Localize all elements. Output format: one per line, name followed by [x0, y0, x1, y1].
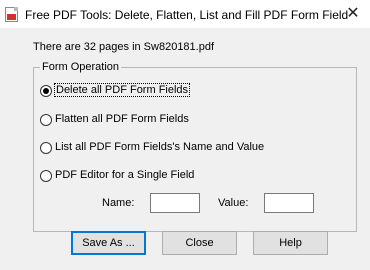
value-label: Value:	[218, 197, 249, 209]
page-count-text: There are 32 pages in Sw820181.pdf	[33, 41, 215, 53]
value-field[interactable]	[264, 193, 314, 213]
radio-flatten-label: Flatten all PDF Form Fields	[55, 113, 189, 125]
dialog-body: There are 32 pages in Sw820181.pdf Form …	[0, 28, 370, 270]
radio-button-icon[interactable]	[40, 170, 52, 182]
help-button[interactable]: Help	[253, 231, 328, 255]
radio-single-field-label: PDF Editor for a Single Field	[55, 169, 195, 181]
name-field[interactable]	[150, 193, 200, 213]
pdf-app-icon	[5, 7, 18, 22]
save-as-button[interactable]: Save As ...	[71, 231, 146, 255]
name-label: Name:	[102, 197, 135, 209]
window-title: Free PDF Tools: Delete, Flatten, List an…	[25, 8, 349, 22]
title-bar: Free PDF Tools: Delete, Flatten, List an…	[0, 0, 370, 28]
radio-list-label: List all PDF Form Fields's Name and Valu…	[55, 141, 265, 153]
radio-button-icon[interactable]	[40, 142, 52, 154]
form-operation-label: Form Operation	[40, 61, 122, 73]
radio-delete-label: Delete all PDF Form Fields	[53, 83, 191, 97]
radio-button-icon[interactable]	[40, 114, 52, 126]
close-window-icon[interactable]: ✕	[336, 0, 370, 28]
close-button[interactable]: Close	[162, 231, 237, 255]
radio-button-icon[interactable]	[40, 85, 52, 97]
